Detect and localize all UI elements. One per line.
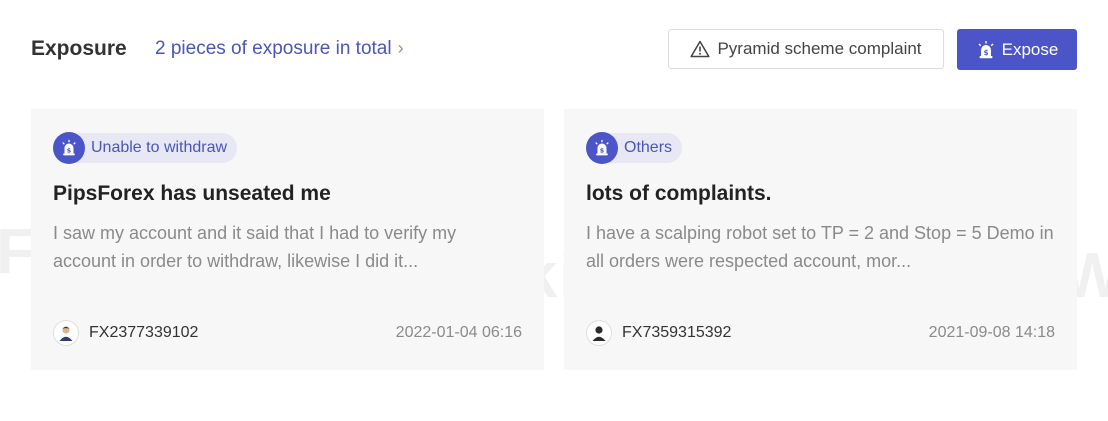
card-title[interactable]: lots of complaints. (586, 182, 772, 206)
svg-text:$: $ (67, 148, 71, 155)
card-excerpt: I have a scalping robot set to TP = 2 an… (586, 223, 1054, 271)
total-exposure-link[interactable]: 2 pieces of exposure in total › (155, 38, 404, 60)
card-author: FX7359315392 (586, 320, 731, 346)
exposure-card[interactable]: $ Others lots of complaints. I have a sc… (564, 109, 1077, 370)
svg-text:$: $ (600, 148, 604, 155)
category-tag: $ Others (586, 132, 683, 164)
alarm-icon: $ (53, 132, 85, 164)
svg-text:$: $ (983, 49, 988, 57)
avatar-icon (53, 320, 79, 346)
post-date: 2022-01-04 06:16 (395, 324, 522, 341)
card-author: FX2377339102 (53, 320, 198, 346)
total-exposure-label: 2 pieces of exposure in total (155, 38, 392, 59)
expose-button[interactable]: $ Expose (957, 29, 1077, 70)
post-date: 2021-09-08 14:18 (928, 324, 1055, 341)
exposure-card[interactable]: $ Unable to withdraw PipsForex has unsea… (31, 109, 544, 370)
section-title: Exposure (31, 37, 127, 60)
alarm-icon: $ (586, 132, 618, 164)
chevron-right-icon: › (397, 38, 404, 58)
card-excerpt: I saw my account and it said that I had … (53, 223, 457, 271)
warning-icon (690, 40, 711, 58)
exposure-header: Exposure 2 pieces of exposure in total › … (31, 28, 1077, 72)
card-title[interactable]: PipsForex has unseated me (53, 182, 331, 206)
category-tag: $ Unable to withdraw (53, 132, 238, 164)
alarm-icon: $ (978, 40, 994, 58)
pyramid-complaint-label: Pyramid scheme complaint (717, 39, 922, 58)
author-id: FX2377339102 (89, 324, 199, 341)
category-label: Unable to withdraw (69, 133, 238, 163)
pyramid-complaint-button[interactable]: Pyramid scheme complaint (668, 29, 944, 69)
expose-label: Expose (1001, 39, 1059, 59)
author-id: FX7359315392 (622, 324, 732, 341)
avatar-icon (586, 320, 612, 346)
